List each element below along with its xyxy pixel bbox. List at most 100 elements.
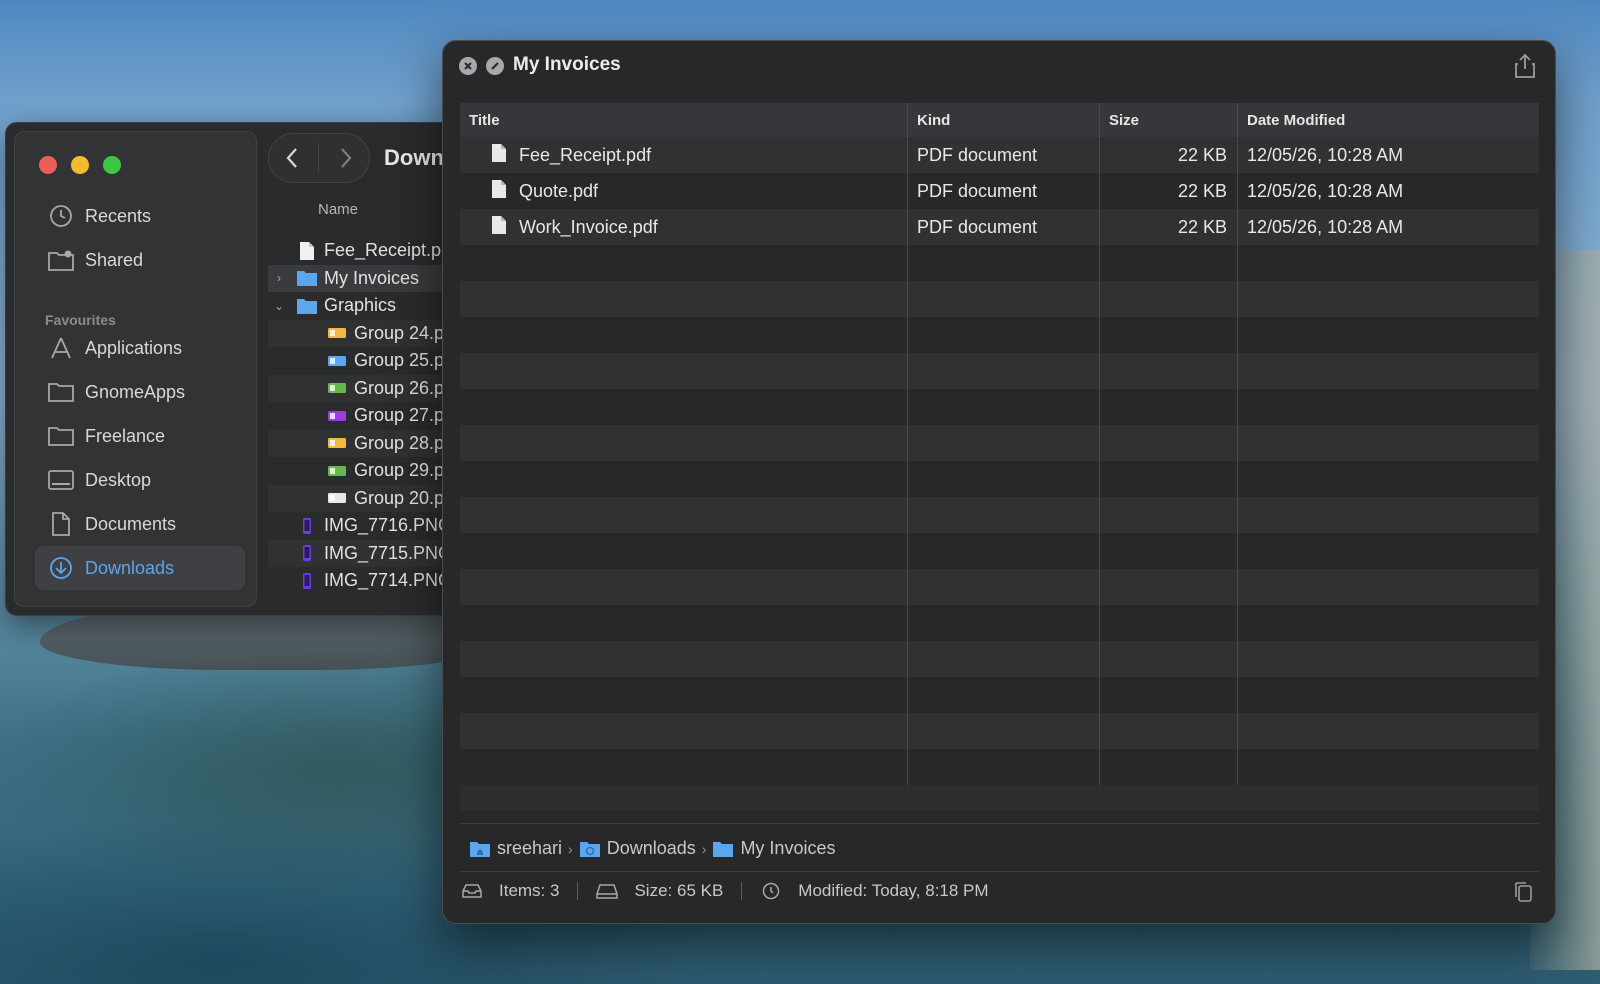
table-cell-title [460, 497, 908, 533]
copy-button[interactable] [1513, 881, 1533, 903]
copy-icon [1515, 882, 1532, 902]
back-button[interactable] [272, 138, 312, 178]
folder-icon [47, 378, 75, 406]
finder-window: Recents Shared Favourites Applications G… [5, 122, 475, 616]
disclosure-triangle-icon[interactable]: ⌄ [272, 299, 286, 313]
file-name: IMG_7714.PNG [324, 570, 453, 591]
empty-table-row [460, 317, 1539, 353]
close-button[interactable] [39, 156, 57, 174]
table-cell-date [1238, 497, 1539, 533]
table-cell-size [1100, 533, 1238, 569]
table-cell-kind [908, 641, 1100, 677]
quicklook-title: My Invoices [513, 54, 621, 75]
image-file-icon [326, 434, 348, 452]
table-cell-size: 22 KB [1100, 209, 1238, 245]
table-cell-date: 12/05/26, 10:28 AM [1238, 173, 1539, 209]
table-cell-title [460, 245, 908, 281]
table-cell-title [460, 389, 908, 425]
cell-text: 12/05/26, 10:28 AM [1247, 216, 1404, 237]
table-cell-date [1238, 425, 1539, 461]
table-cell-title [460, 533, 908, 569]
close-button[interactable] [459, 57, 477, 75]
path-segment-sreehari[interactable]: sreehari [469, 838, 562, 859]
column-header-name[interactable]: Name [318, 201, 358, 218]
file-name: IMG_7715.PNG [324, 542, 453, 563]
cell-text: 22 KB [1177, 216, 1227, 237]
phone-screenshot-icon [296, 517, 318, 535]
table-cell-title: Work_Invoice.pdf [460, 209, 908, 245]
column-header-date-modified[interactable]: Date Modified [1238, 103, 1539, 137]
disk-icon [596, 884, 619, 899]
table-cell-size [1100, 425, 1238, 461]
path-segment-label: My Invoices [740, 838, 836, 858]
clock-icon [763, 882, 780, 900]
pdf-document-icon [469, 215, 519, 240]
sidebar-item-applications[interactable]: Applications [35, 326, 245, 370]
empty-table-row [460, 641, 1539, 677]
document-icon [296, 241, 318, 260]
image-file-icon [326, 352, 348, 370]
share-button[interactable] [1513, 53, 1537, 79]
table-cell-size [1100, 605, 1238, 641]
divider [460, 871, 1539, 872]
table-header: Title Kind Size Date Modified [460, 103, 1539, 137]
clock-icon [47, 202, 75, 230]
table-cell-size [1100, 749, 1238, 785]
column-header-title[interactable]: Title [460, 103, 908, 137]
cell-text: Quote.pdf [519, 180, 599, 201]
path-segment-my-invoices[interactable]: My Invoices [712, 838, 835, 859]
table-cell-title: Quote.pdf [460, 173, 908, 209]
table-cell-date [1238, 569, 1539, 605]
sidebar-item-shared[interactable]: Shared [35, 238, 245, 282]
file-name: Graphics [324, 295, 397, 316]
table-cell-kind: PDF document [908, 137, 1100, 173]
table-cell-kind [908, 497, 1100, 533]
phone-screenshot-icon [296, 544, 318, 562]
minimize-button[interactable] [71, 156, 89, 174]
pdf-document-icon [469, 143, 519, 168]
table-cell-title: Fee_Receipt.pdf [460, 137, 908, 173]
sidebar-item-label: Recents [85, 205, 152, 226]
forward-button[interactable] [326, 138, 366, 178]
table-cell-date [1238, 281, 1539, 317]
folder-icon [296, 297, 318, 315]
table-cell-size [1100, 245, 1238, 281]
download-icon [47, 554, 75, 582]
table-row[interactable]: Quote.pdf PDF document 22 KB 12/05/26, 10:2… [460, 173, 1539, 209]
navigation-buttons [268, 133, 370, 183]
table-row[interactable]: Work_Invoice.pdf PDF document 22 KB 12/05/2… [460, 209, 1539, 245]
table-cell-kind [908, 317, 1100, 353]
tray-icon [462, 884, 482, 898]
disclosure-triangle-icon[interactable]: › [272, 271, 286, 285]
sidebar-item-gnomeapps[interactable]: GnomeApps [35, 370, 245, 414]
table-cell-title [460, 353, 908, 389]
zoom-button[interactable] [103, 156, 121, 174]
column-header-size[interactable]: Size [1100, 103, 1238, 137]
column-header-kind[interactable]: Kind [908, 103, 1100, 137]
quicklook-window: My Invoices Title Kind Size Date Modifie… [442, 40, 1556, 924]
path-segment-label: sreehari [497, 838, 563, 858]
sidebar-item-recents[interactable]: Recents [35, 194, 245, 238]
cell-text: 22 KB [1177, 180, 1227, 201]
table-cell-date [1238, 461, 1539, 497]
downloads-folder-icon [579, 841, 600, 857]
status-separator [741, 882, 743, 900]
table-cell-size [1100, 353, 1238, 389]
share-icon [1515, 53, 1535, 78]
sidebar-item-label: Freelance [85, 425, 166, 446]
sidebar-item-desktop[interactable]: Desktop [35, 458, 245, 502]
table-cell-kind [908, 425, 1100, 461]
sidebar-item-downloads[interactable]: Downloads [35, 546, 245, 590]
shared-folder-icon [47, 246, 75, 274]
sidebar-item-freelance[interactable]: Freelance [35, 414, 245, 458]
markup-button[interactable] [486, 57, 504, 75]
table-cell-kind [908, 533, 1100, 569]
sidebar-item-documents[interactable]: Documents [35, 502, 245, 546]
file-name: My Invoices [324, 267, 420, 288]
table-row[interactable]: Fee_Receipt.pdf PDF document 22 KB 12/05/26… [460, 137, 1539, 173]
sidebar-item-label: Documents [85, 513, 177, 534]
empty-table-row [460, 677, 1539, 713]
cell-text: PDF document [917, 180, 1038, 201]
nav-divider [318, 143, 320, 173]
path-segment-downloads[interactable]: Downloads [579, 838, 696, 859]
